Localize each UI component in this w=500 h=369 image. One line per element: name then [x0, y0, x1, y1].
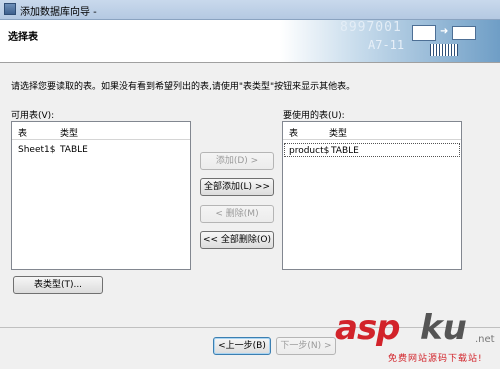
document-icon: [412, 25, 436, 41]
available-tables-list[interactable]: 表 类型 Sheet1$ TABLE: [11, 121, 191, 270]
add-button[interactable]: 添加(D) >: [200, 152, 274, 170]
list-item[interactable]: Sheet1$ TABLE: [13, 143, 189, 157]
header-divider: [283, 139, 461, 140]
selected-tables-list[interactable]: 表 类型 product$ TABLE: [282, 121, 462, 270]
arrow-right-icon: ➜: [440, 26, 449, 37]
barcode-icon: [430, 44, 458, 56]
next-button[interactable]: 下一步(N) >: [276, 337, 336, 355]
table-type-button[interactable]: 表类型(T)...: [13, 276, 103, 294]
watermark-logo: ku: [420, 308, 467, 348]
watermark-logo: asp: [335, 308, 401, 348]
table-name-cell: Sheet1$: [18, 145, 56, 155]
database-wizard-icon: [4, 3, 16, 15]
list-item[interactable]: product$ TABLE: [284, 143, 460, 157]
banner-art-number: A7-11: [368, 38, 405, 52]
column-header-type[interactable]: 类型: [329, 126, 347, 139]
window-title: 添加数据库向导 -: [20, 7, 97, 18]
column-header-table[interactable]: 表: [289, 126, 298, 139]
instructions-text: 请选择您要读取的表。如果没有看到希望列出的表,请使用"表类型"按钮来显示其他表。: [11, 82, 356, 92]
title-bar: 添加数据库向导 -: [0, 0, 500, 20]
table-type-cell: TABLE: [60, 145, 88, 155]
header-divider: [12, 139, 190, 140]
watermark-tagline: 免费网站源码下载站!: [388, 354, 483, 364]
remove-button[interactable]: < 删除(M): [200, 205, 274, 223]
table-name-cell: product$: [289, 146, 330, 156]
column-header-table[interactable]: 表: [18, 126, 27, 139]
add-all-button[interactable]: 全部添加(L) >>: [200, 178, 274, 196]
banner-art-number: 8997001: [340, 20, 402, 35]
watermark-domain: .net: [475, 334, 495, 345]
table-type-cell: TABLE: [331, 146, 359, 156]
page-title: 选择表: [8, 32, 38, 43]
column-header-type[interactable]: 类型: [60, 126, 78, 139]
available-tables-label: 可用表(V):: [11, 111, 55, 121]
remove-all-button[interactable]: << 全部删除(O): [200, 231, 274, 249]
database-icon: [452, 26, 476, 40]
selected-tables-label: 要使用的表(U):: [283, 111, 345, 121]
back-button[interactable]: <上一步(B): [213, 337, 271, 355]
wizard-banner: 选择表 8997001 A7-11 ➜: [0, 20, 500, 63]
